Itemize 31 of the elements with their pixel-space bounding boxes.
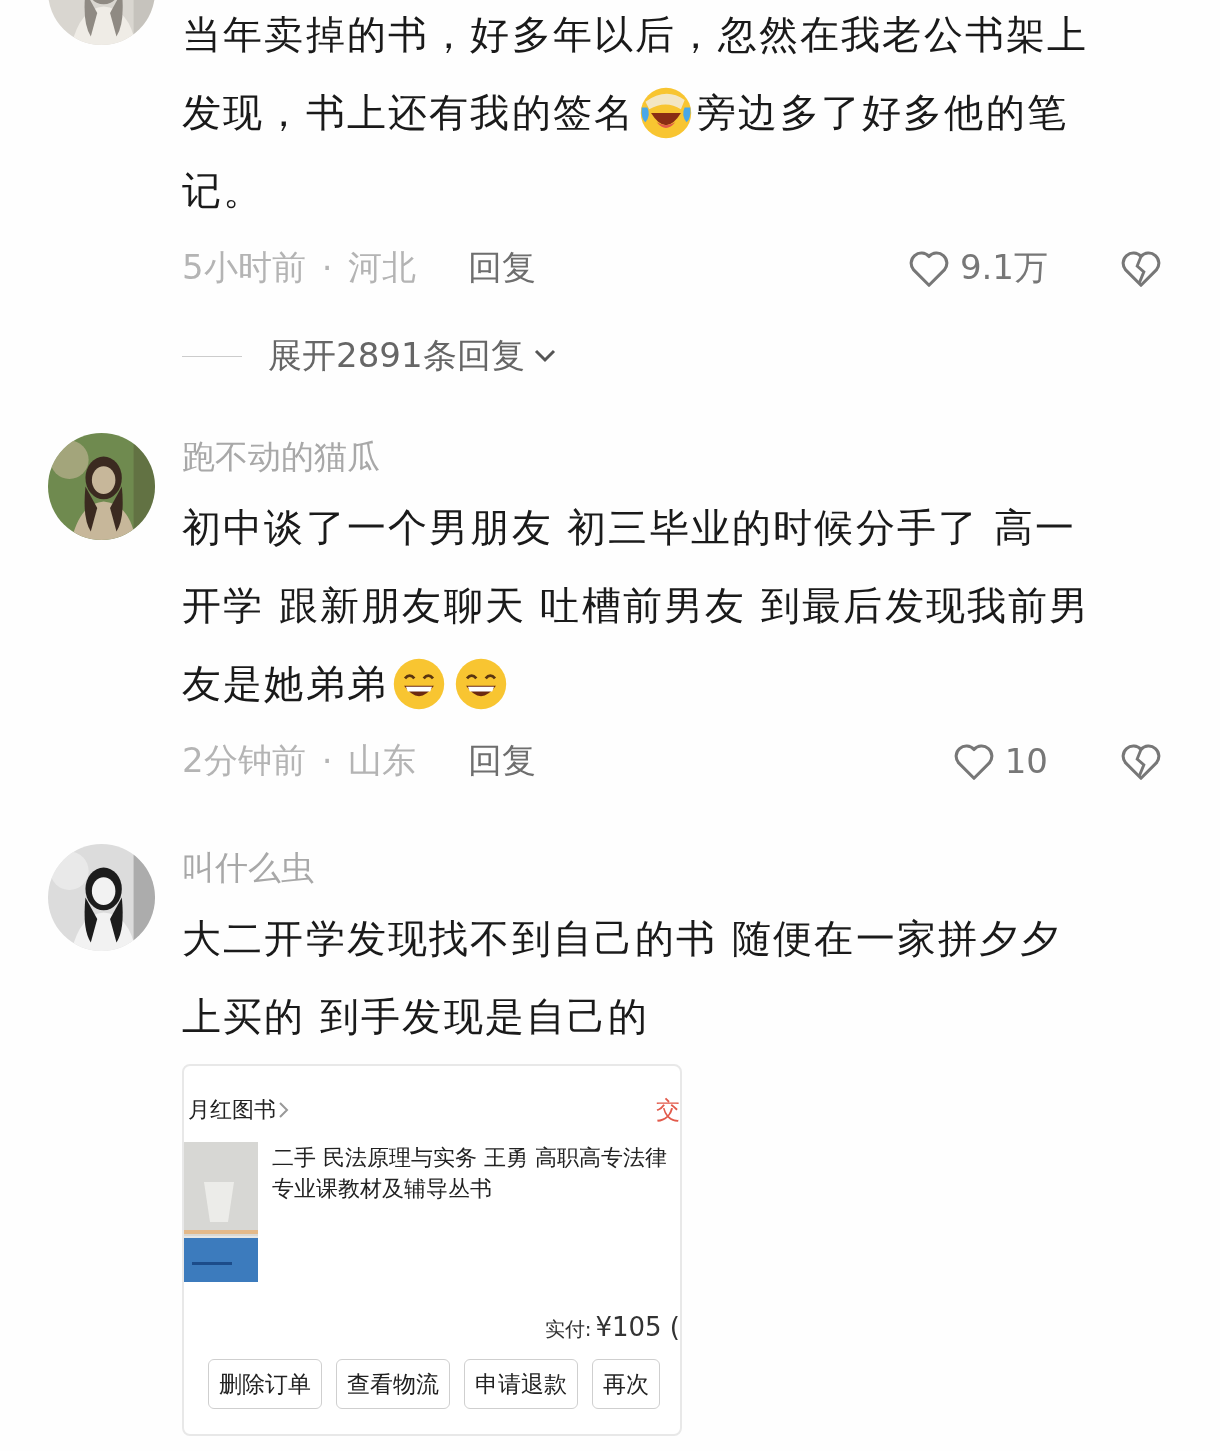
comment-text: 上买的 到手发现是自己的 [182, 993, 650, 1041]
order-action-button[interactable]: 再次 [592, 1359, 660, 1409]
shop-name[interactable]: 月红图书 [188, 1095, 276, 1125]
order-status: 交 [656, 1095, 680, 1126]
like-count: 10 [1004, 741, 1048, 781]
comment-text: 友是她弟弟 [182, 660, 388, 708]
reply-button[interactable]: 回复 [468, 245, 537, 291]
like-count: 9.1万 [959, 246, 1048, 289]
comment-text: 初中谈了一个男朋友 初三毕业的时候分手了 高一 [182, 504, 1077, 552]
reply-button[interactable]: 回复 [468, 738, 537, 784]
grinning-face-emoji-icon [391, 656, 447, 712]
order-action-button[interactable]: 申请退款 [464, 1359, 578, 1409]
separator-dot: · [321, 248, 333, 288]
separator-dot: · [321, 741, 333, 781]
grinning-face-emoji-icon [453, 656, 509, 712]
comment-time: 2分钟前 [182, 739, 306, 782]
order-action-button[interactable]: 删除订单 [208, 1359, 322, 1409]
comment-text: 记。 [182, 167, 265, 215]
paid-label: 实付: [544, 1316, 592, 1343]
comment-text: 发现，书上还有我的签名 [182, 89, 636, 137]
product-title: 二手 民法原理与实务 王勇 高职高专法律专业课教材及辅导丛书 [272, 1144, 668, 1203]
comment-text: 大二开学发现找不到自己的书 随便在一家拼夕夕 [182, 915, 1062, 963]
comment-location: 河北 [348, 246, 417, 289]
paid-amount: ¥105 ( [595, 1312, 680, 1342]
comment-location: 山东 [348, 739, 417, 782]
order-action-button[interactable]: 查看物流 [336, 1359, 450, 1409]
comment-text: 旁边多了好多他的笔 [697, 89, 1068, 137]
comment-text: 当年卖掉的书，好多年以后，忽然在我老公书架上 [182, 11, 1089, 59]
expand-replies-button[interactable]: 展开2891条回复 [268, 333, 559, 379]
comment-text: 开学 跟新朋友聊天 吐槽前男友 到最后发现我前男 [182, 582, 1091, 630]
comment-time: 5小时前 [182, 246, 306, 289]
